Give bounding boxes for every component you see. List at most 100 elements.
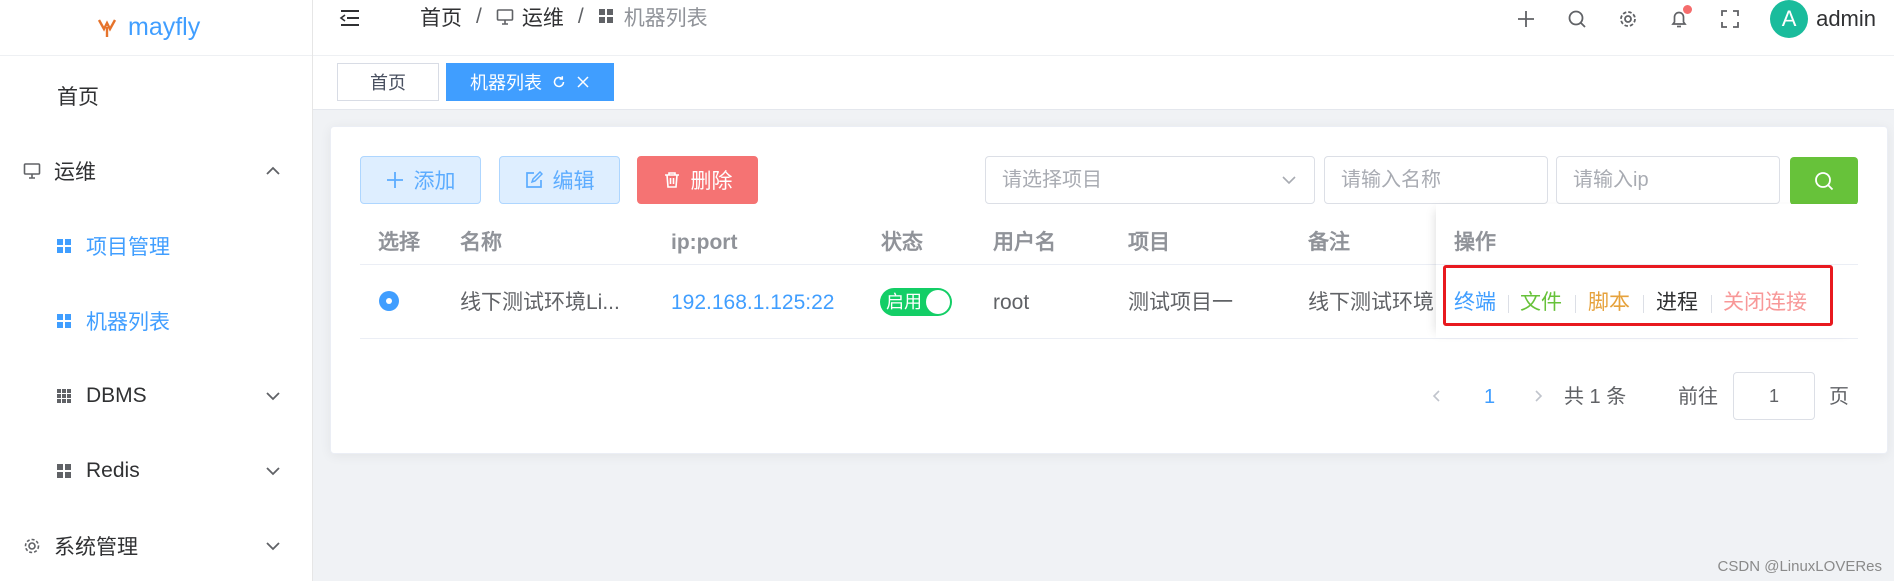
monitor-icon [496, 8, 514, 26]
chevron-down-icon [266, 541, 280, 550]
bell-icon[interactable] [1668, 5, 1693, 30]
chevron-left-icon [1432, 390, 1440, 402]
grid-icon [54, 311, 74, 331]
sidebar-item-label: DBMS [86, 383, 147, 407]
breadcrumb-home[interactable]: 首页 [420, 2, 462, 32]
sidebar-item-label: 运维 [54, 160, 96, 184]
breadcrumb: 首页 / 运维 / 机器列表 [420, 0, 708, 34]
username[interactable]: admin [1816, 6, 1876, 32]
column-header-select: 选择 [378, 231, 420, 254]
chevron-up-icon [266, 166, 280, 175]
sidebar-item-machine-list[interactable]: 机器列表 [0, 283, 313, 358]
edit-icon [525, 171, 543, 189]
edit-button-label: 编辑 [552, 170, 595, 193]
breadcrumb-ops[interactable]: 运维 [522, 2, 564, 32]
table-row-divider [360, 338, 1858, 339]
action-divider [1643, 295, 1644, 313]
sidebar-item-dbms[interactable]: DBMS [0, 358, 313, 433]
sidebar-item-home[interactable]: 首页 [0, 58, 313, 133]
tag-label: 机器列表 [470, 73, 542, 93]
search-button[interactable] [1790, 157, 1858, 205]
search-icon[interactable] [1566, 8, 1588, 30]
column-header-username: 用户名 [993, 231, 1056, 254]
breadcrumb-current: 机器列表 [623, 7, 708, 30]
tag-label: 首页 [370, 73, 406, 93]
ip-search-input[interactable] [1556, 156, 1780, 204]
gear-icon [22, 536, 42, 556]
header-toolbar: A admin [1515, 0, 1894, 38]
sidebar-item-redis[interactable]: Redis [0, 433, 313, 508]
switch-knob [926, 290, 950, 314]
action-divider [1575, 295, 1576, 313]
plus-icon[interactable] [1515, 8, 1537, 30]
tag-home[interactable]: 首页 [337, 63, 439, 101]
watermark: CSDN @LinuxLOVERes [1717, 558, 1882, 575]
search-icon [1815, 172, 1834, 191]
name-search-input[interactable] [1324, 156, 1548, 204]
grid-nine-icon [54, 386, 74, 406]
next-page-button[interactable] [1531, 380, 1545, 414]
fullscreen-icon[interactable] [1719, 8, 1741, 30]
add-button[interactable]: 添加 [360, 156, 481, 204]
action-divider [1711, 295, 1712, 313]
sidebar-item-ops[interactable]: 运维 [0, 133, 313, 208]
pagination-goto-label: 前往 [1678, 386, 1718, 408]
row-select-radio[interactable] [379, 291, 399, 311]
sidebar-item-label: Redis [86, 458, 140, 482]
collapse-menu-icon[interactable] [338, 6, 362, 30]
cell-username: root [993, 291, 1030, 314]
column-header-project: 项目 [1128, 231, 1170, 254]
project-select-input[interactable] [985, 156, 1315, 204]
sidebar-item-label: 首页 [57, 85, 99, 109]
column-header-status: 状态 [881, 231, 923, 254]
top-header: 首页 / 运维 / 机器列表 A admin [313, 0, 1894, 56]
cell-ip-port-link[interactable]: 192.168.1.125:22 [671, 283, 835, 323]
app-name: mayfly [128, 13, 201, 41]
chevron-down-icon [266, 391, 280, 400]
edit-button[interactable]: 编辑 [499, 156, 620, 204]
pagination-page-unit: 页 [1829, 386, 1849, 408]
pagination-total: 共 1 条 [1564, 386, 1627, 408]
mayfly-logo-icon [97, 18, 117, 37]
action-script-link[interactable]: 脚本 [1588, 283, 1630, 323]
action-close-connection-link[interactable]: 关闭连接 [1723, 283, 1807, 323]
close-icon[interactable] [576, 75, 590, 89]
grid-icon [598, 8, 616, 26]
chevron-right-icon [1535, 390, 1543, 402]
trash-icon [663, 171, 681, 189]
monitor-icon [22, 161, 42, 181]
page-number-button[interactable]: 1 [1484, 380, 1495, 414]
chevron-down-icon [1282, 176, 1296, 185]
avatar[interactable]: A [1770, 0, 1809, 38]
sidebar: mayfly 首页 运维 项目管理 机器列表 DBMS Redis 系统管理 [0, 0, 313, 581]
notification-dot [1683, 5, 1693, 14]
breadcrumb-separator: / [577, 5, 584, 28]
action-file-link[interactable]: 文件 [1520, 283, 1562, 323]
delete-button[interactable]: 删除 [637, 156, 758, 204]
column-header-actions: 操作 [1454, 231, 1496, 254]
project-select[interactable] [985, 156, 1315, 204]
action-terminal-link[interactable]: 终端 [1454, 283, 1496, 323]
sidebar-item-project-management[interactable]: 项目管理 [0, 208, 313, 283]
logo[interactable]: mayfly [0, 0, 312, 56]
action-process-link[interactable]: 进程 [1656, 283, 1698, 323]
action-divider [1508, 295, 1509, 313]
grid-icon [54, 461, 74, 481]
cell-remark: 线下测试环境 [1308, 291, 1434, 314]
column-header-name: 名称 [460, 231, 502, 254]
status-switch[interactable]: 启用 [880, 288, 952, 316]
column-header-remark: 备注 [1308, 231, 1350, 254]
column-header-ip-port: ip:port [671, 231, 738, 254]
sidebar-item-label: 系统管理 [54, 535, 138, 559]
grid-icon [54, 236, 74, 256]
refresh-icon[interactable] [552, 75, 566, 89]
tags-view: 首页 机器列表 [313, 56, 1894, 110]
prev-page-button[interactable] [1430, 380, 1444, 414]
goto-page-input[interactable] [1733, 372, 1815, 420]
sidebar-item-system-management[interactable]: 系统管理 [0, 508, 313, 581]
tag-machine-list[interactable]: 机器列表 [446, 63, 614, 101]
sidebar-item-label: 机器列表 [86, 310, 170, 334]
cell-name: 线下测试环境Li... [460, 291, 620, 314]
cell-project: 测试项目一 [1128, 291, 1233, 314]
gear-icon[interactable] [1617, 8, 1639, 30]
